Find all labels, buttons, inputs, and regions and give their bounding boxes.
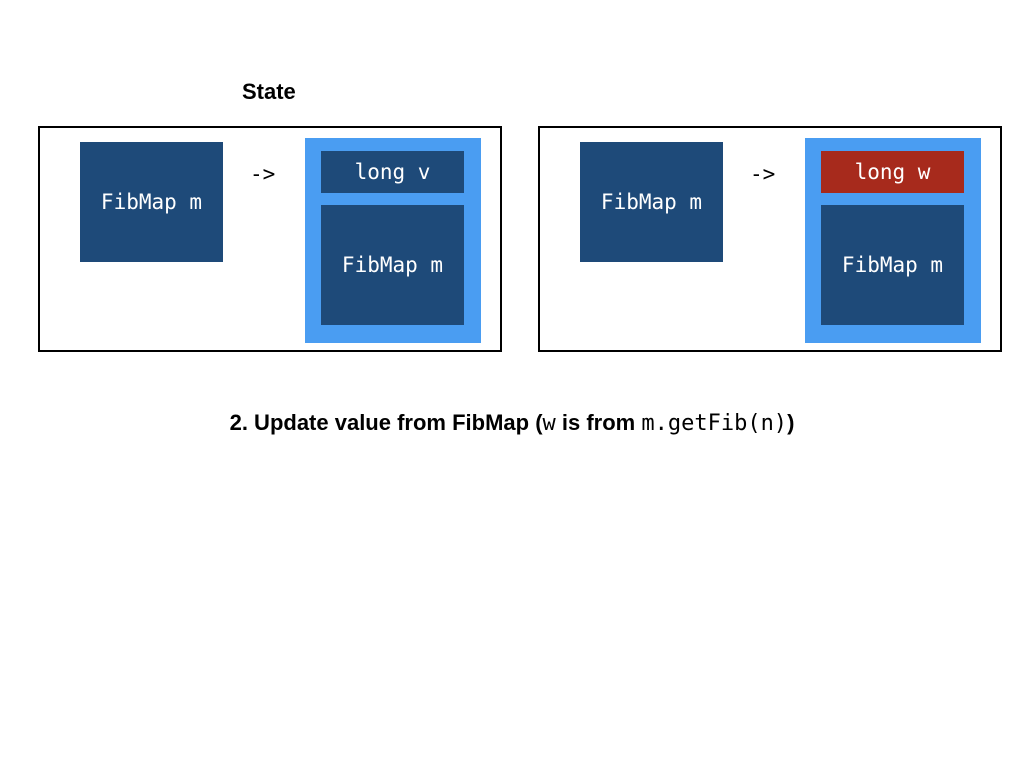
caption-prefix: 2. Update value from FibMap ( (229, 410, 543, 435)
caption-middle: is from (555, 410, 642, 435)
caption-code-getfib: m.getFib(n) (641, 411, 788, 436)
map-arrow: -> (750, 162, 776, 186)
value-frame: long w FibMap m (805, 138, 981, 343)
long-value-box: long v (321, 151, 464, 193)
map-arrow: -> (250, 162, 276, 186)
key-fibmap-box: FibMap m (80, 142, 223, 262)
caption-suffix: ) (787, 410, 795, 435)
inner-fibmap-box: FibMap m (321, 205, 464, 325)
key-fibmap-box: FibMap m (580, 142, 723, 262)
inner-fibmap-box: FibMap m (821, 205, 964, 325)
state-panel-after: FibMap m -> long w FibMap m (538, 126, 1002, 352)
caption-code-w: w (542, 411, 556, 436)
state-panel-before: FibMap m -> long v FibMap m (38, 126, 502, 352)
value-frame: long v FibMap m (305, 138, 481, 343)
step-caption: 2. Update value from FibMap (w is from m… (0, 410, 1024, 436)
long-value-box-updated: long w (821, 151, 964, 193)
state-heading: State (242, 79, 296, 104)
